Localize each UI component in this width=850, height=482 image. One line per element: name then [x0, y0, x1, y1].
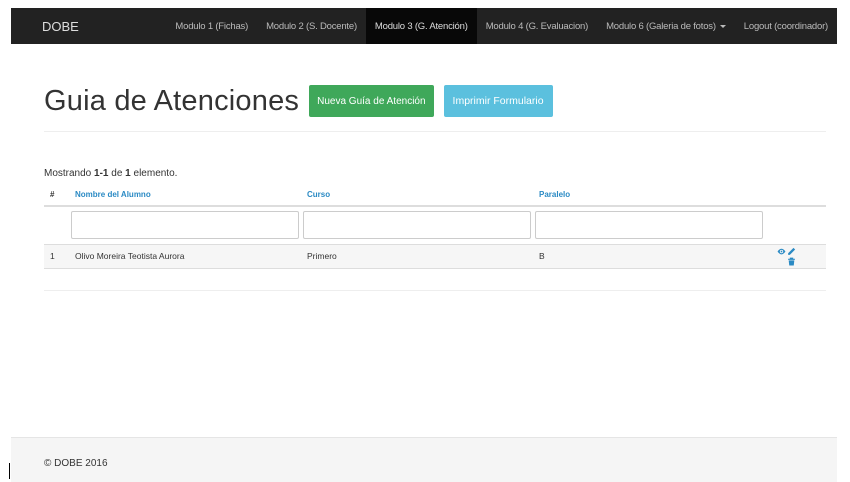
nav-item-label: Modulo 1 (Fichas) — [175, 20, 249, 32]
filter-cell-parallel — [533, 206, 765, 245]
page-header: Guia de Atenciones Nueva Guía de Atenció… — [44, 80, 826, 132]
nav-menu: Modulo 1 (Fichas) Modulo 2 (S. Docente) … — [166, 8, 837, 44]
trash-icon[interactable] — [787, 257, 796, 266]
nav-item-label: Modulo 4 (G. Evaluacion) — [485, 20, 589, 32]
new-guide-button[interactable]: Nueva Guía de Atención — [309, 85, 434, 117]
filter-cell-name — [69, 206, 301, 245]
top-navbar: DOBE Modulo 1 (Fichas) Modulo 2 (S. Doce… — [11, 8, 837, 44]
header-actions — [765, 184, 826, 207]
filter-parallel-input[interactable] — [535, 211, 763, 240]
nav-item-modulo-3[interactable]: Modulo 3 (G. Atención) — [365, 8, 477, 44]
cell-course: Primero — [301, 244, 533, 269]
summary-middle: de — [108, 168, 126, 179]
results-summary: Mostrando 1-1 de 1 elemento. — [44, 168, 177, 179]
nav-item-label: Modulo 2 (S. Docente) — [266, 20, 357, 32]
print-form-button[interactable]: Imprimir Formulario — [443, 85, 553, 117]
summary-range: 1-1 — [94, 168, 109, 179]
filter-cell-empty — [765, 206, 826, 245]
summary-suffix: elemento. — [130, 168, 178, 179]
text-cursor — [9, 463, 10, 479]
header-name: Nombre del Alumno — [69, 184, 301, 207]
footer: © DOBE 2016 — [11, 437, 837, 482]
header-parallel: Paralelo — [533, 184, 765, 207]
footer-copyright: © DOBE 2016 — [44, 458, 108, 469]
filter-cell-course — [301, 206, 533, 245]
sort-name-link[interactable]: Nombre del Alumno — [75, 190, 151, 199]
nav-item-label: Modulo 3 (G. Atención) — [374, 20, 468, 32]
filter-course-input[interactable] — [303, 211, 531, 240]
pencil-icon[interactable] — [787, 247, 796, 256]
eye-icon[interactable] — [777, 247, 786, 256]
cell-parallel: B — [533, 244, 765, 269]
nav-item-modulo-6-dropdown[interactable]: Modulo 6 (Galeria de fotos) — [597, 8, 735, 44]
nav-item-label: Modulo 6 (Galeria de fotos) — [606, 20, 716, 32]
nav-item-label: Logout (coordinador) — [743, 20, 828, 32]
table-header-row: # Nombre del Alumno Curso Paralelo — [44, 184, 826, 207]
header-course: Curso — [301, 184, 533, 207]
sort-parallel-link[interactable]: Paralelo — [539, 190, 570, 199]
nav-item-modulo-1[interactable]: Modulo 1 (Fichas) — [166, 8, 257, 44]
nav-item-modulo-4[interactable]: Modulo 4 (G. Evaluacion) — [477, 8, 597, 44]
sort-course-link[interactable]: Curso — [307, 190, 330, 199]
table-row: 1 Olivo Moreira Teotista Aurora Primero … — [44, 244, 826, 269]
filter-row — [44, 206, 826, 245]
brand-link[interactable]: DOBE — [42, 19, 166, 34]
page-title: Guia de Atenciones — [44, 85, 300, 117]
caret-down-icon — [719, 24, 726, 28]
summary-prefix: Mostrando — [44, 168, 95, 179]
guides-table: # Nombre del Alumno Curso Paralelo 1 Oli… — [44, 184, 826, 269]
nav-item-modulo-2[interactable]: Modulo 2 (S. Docente) — [257, 8, 366, 44]
header-index: # — [44, 184, 69, 207]
cell-name: Olivo Moreira Teotista Aurora — [69, 244, 301, 269]
filter-name-input[interactable] — [71, 211, 299, 240]
cell-actions — [765, 244, 826, 269]
content-divider — [44, 290, 826, 291]
filter-cell-empty — [44, 206, 69, 245]
cell-index: 1 — [44, 244, 69, 269]
nav-item-logout[interactable]: Logout (coordinador) — [735, 8, 837, 44]
